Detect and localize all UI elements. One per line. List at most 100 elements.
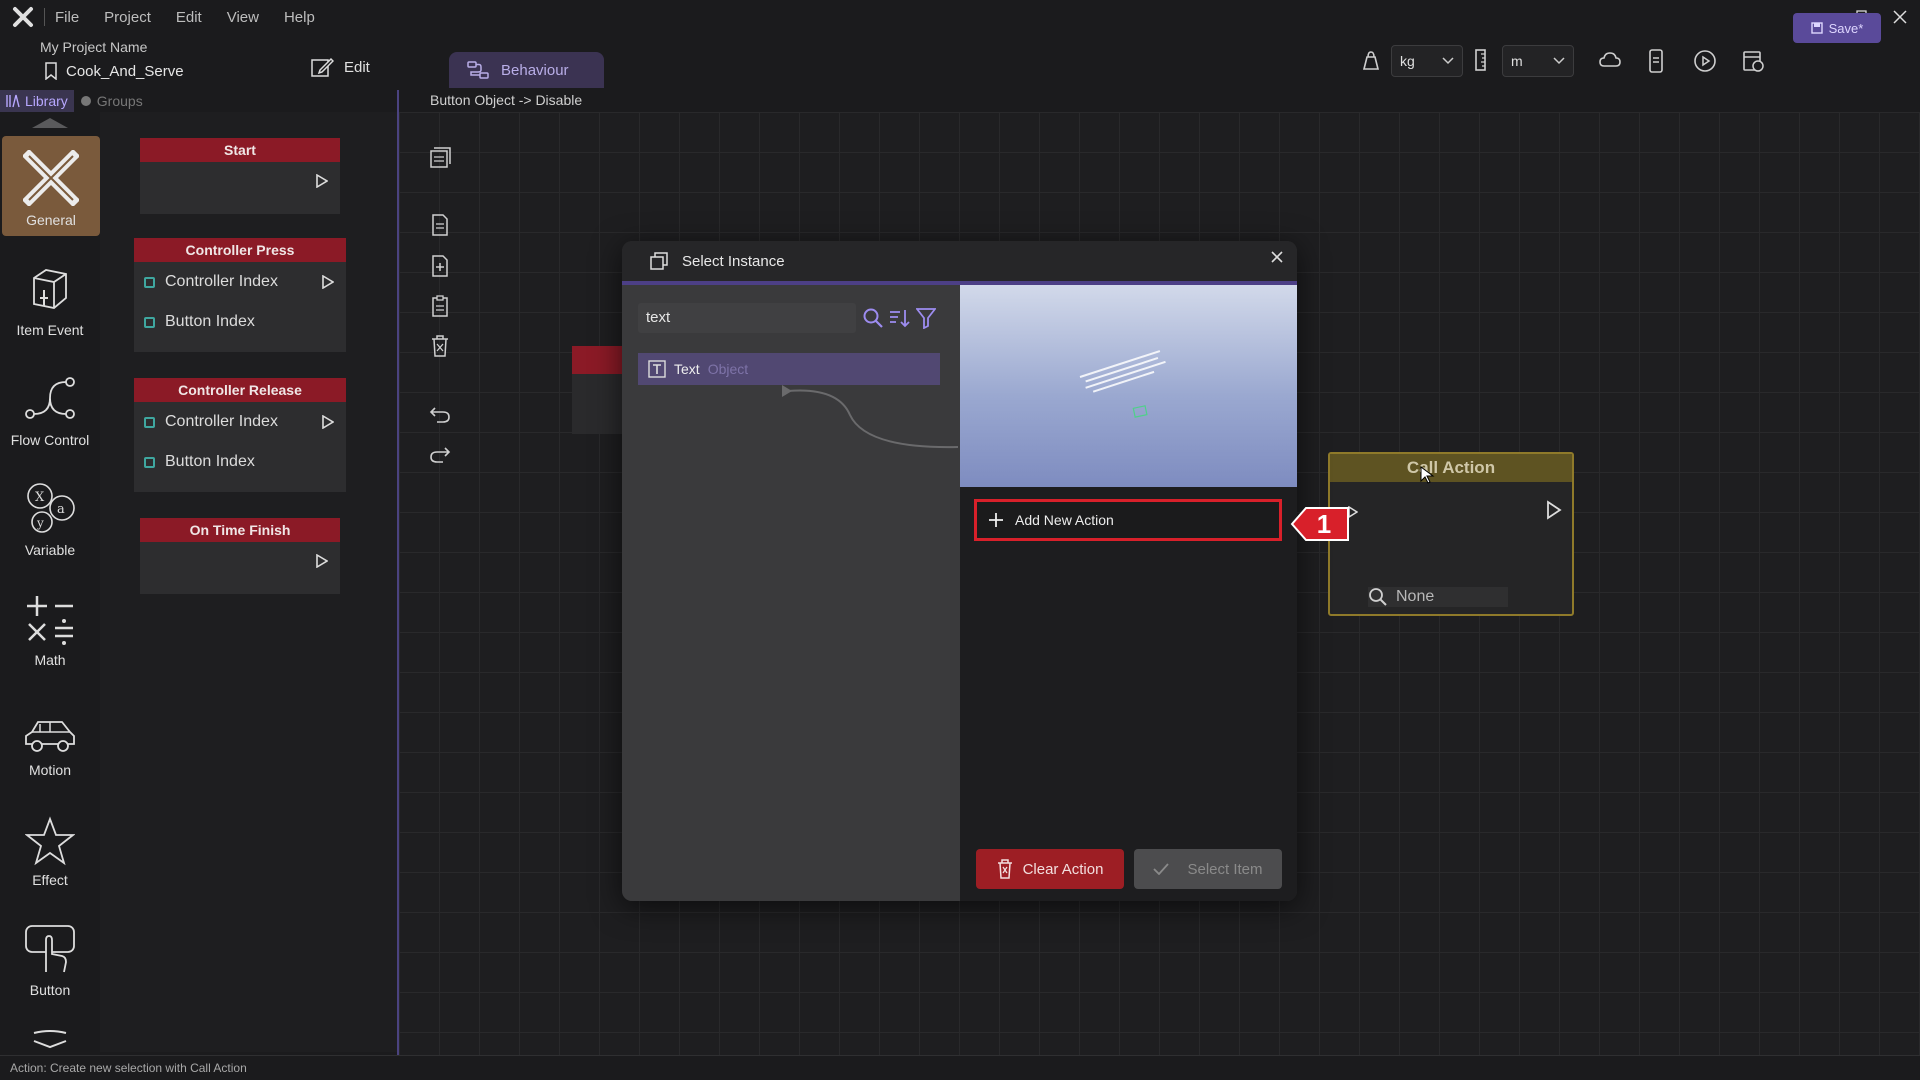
dialog-titlebar: Select Instance [622, 241, 1297, 281]
add-new-action-button[interactable]: Add New Action [974, 499, 1282, 541]
behaviour-icon [467, 61, 489, 79]
length-unit-select[interactable]: m [1502, 45, 1574, 77]
instance-search-input[interactable]: text [638, 303, 856, 333]
menu-file[interactable]: File [55, 9, 79, 26]
search-icon[interactable] [862, 307, 884, 329]
project-name-label: My Project Name [40, 39, 148, 55]
exec-out-icon[interactable] [322, 415, 334, 429]
item-event-icon [33, 269, 67, 309]
variable-icon: Xay [27, 483, 75, 533]
filter-icon[interactable] [916, 307, 936, 329]
chevron-down-icon [1553, 57, 1565, 65]
category-button-label: Button [29, 982, 71, 998]
close-window-button[interactable] [1880, 4, 1920, 30]
status-text: Action: Create new selection with Call A… [10, 1061, 247, 1075]
category-button[interactable]: Button [0, 906, 100, 1006]
category-item-event[interactable]: Item Event [0, 246, 100, 346]
exec-out-icon[interactable] [316, 174, 328, 188]
delete-tool[interactable] [428, 334, 452, 358]
category-effect[interactable]: Effect [0, 796, 100, 896]
category-motion-label: Motion [28, 762, 72, 778]
category-variable-label: Variable [24, 542, 76, 558]
svg-text:a: a [57, 502, 65, 517]
play-button[interactable] [1693, 49, 1717, 73]
menu-view[interactable]: View [227, 9, 259, 26]
svg-text:X: X [35, 490, 45, 505]
node-row-label: Controller Index [165, 413, 278, 430]
menu-project[interactable]: Project [104, 9, 151, 26]
instance-list-panel: text Text Object [622, 285, 960, 901]
device-button[interactable] [1647, 49, 1665, 73]
tab-behaviour[interactable]: Behaviour [449, 52, 604, 88]
category-motion[interactable]: Motion [0, 686, 100, 786]
tab-edit[interactable]: Edit [310, 56, 370, 78]
background-connection [782, 385, 959, 449]
action-panel: Add New Action Clear Action Select Item [960, 487, 1297, 901]
select-item-button[interactable]: Select Item [1134, 849, 1282, 889]
node-start-title: Start [140, 138, 340, 162]
bookmark-icon [45, 62, 57, 80]
node-controller-release[interactable]: Controller Release Controller Index Butt… [134, 378, 346, 492]
exec-out-icon[interactable] [316, 554, 328, 568]
exec-out-icon[interactable] [1546, 500, 1562, 520]
dialog-close-button[interactable] [1271, 251, 1283, 263]
document-tool[interactable] [428, 213, 452, 237]
play-circle-icon [1694, 50, 1716, 72]
paste-tool[interactable] [428, 294, 452, 318]
project-file[interactable]: Cook_And_Serve [44, 62, 184, 80]
weight-unit-value: kg [1400, 53, 1415, 69]
cloud-button[interactable] [1598, 50, 1622, 70]
add-new-action-label: Add New Action [1015, 512, 1114, 528]
input-port-icon[interactable] [144, 416, 155, 428]
list-item-type: Object [707, 361, 749, 377]
input-port-icon[interactable] [144, 316, 155, 328]
chevron-down-icon [1442, 57, 1454, 65]
node-start[interactable]: Start [140, 138, 340, 214]
node-controller-press[interactable]: Controller Press Controller Index Button… [134, 238, 346, 352]
step-callout-number: 1 [1317, 509, 1331, 539]
flow-control-icon [25, 377, 75, 419]
category-general[interactable]: General [2, 136, 100, 236]
button-press-icon [25, 925, 75, 973]
breadcrumb: Button Object -> Disable [430, 92, 583, 108]
build-icon [1743, 51, 1764, 72]
add-document-tool[interactable] [428, 254, 452, 278]
general-icon [23, 150, 79, 206]
clear-action-button[interactable]: Clear Action [976, 849, 1124, 889]
save-button[interactable]: Save* [1793, 13, 1881, 43]
select-instance-dialog: Select Instance text Text Object Add New… [622, 241, 1297, 901]
star-icon [25, 816, 75, 866]
node-on-time-finish[interactable]: On Time Finish [140, 518, 340, 594]
instance-picker-field[interactable]: None [1368, 587, 1508, 607]
menu-help[interactable]: Help [284, 9, 315, 26]
input-port-icon[interactable] [144, 456, 155, 468]
node-row-label: Button Index [165, 313, 255, 330]
text-object-icon [648, 360, 666, 378]
sort-icon[interactable] [888, 307, 910, 329]
tab-groups[interactable]: Groups [74, 90, 149, 112]
save-button-label: Save* [1828, 20, 1864, 36]
call-action-node[interactable]: Call Action None [1328, 452, 1574, 616]
build-button[interactable] [1741, 49, 1765, 73]
tab-edit-label: Edit [344, 58, 370, 76]
tab-library[interactable]: Library [0, 90, 74, 112]
node-row-label: Controller Index [165, 273, 278, 290]
node-on-time-finish-title: On Time Finish [140, 518, 340, 542]
tab-behaviour-label: Behaviour [501, 61, 569, 79]
input-port-icon[interactable] [144, 276, 155, 288]
scroll-down-icon[interactable] [30, 1029, 70, 1049]
list-item[interactable]: Text Object [638, 353, 940, 385]
weight-unit-select[interactable]: kg [1391, 45, 1463, 77]
category-math[interactable]: Math [0, 576, 100, 676]
menu-separator [44, 8, 45, 26]
scroll-up-icon[interactable] [32, 118, 68, 128]
category-flow-control[interactable]: Flow Control [0, 356, 100, 456]
redo-tool[interactable] [428, 442, 452, 466]
undo-tool[interactable] [428, 402, 452, 426]
layers-tool[interactable] [428, 146, 452, 170]
exec-out-icon[interactable] [322, 275, 334, 289]
edit-icon [311, 57, 334, 77]
category-variable[interactable]: Xay Variable [0, 466, 100, 566]
menu-edit[interactable]: Edit [176, 9, 202, 26]
length-icon [1474, 49, 1488, 71]
